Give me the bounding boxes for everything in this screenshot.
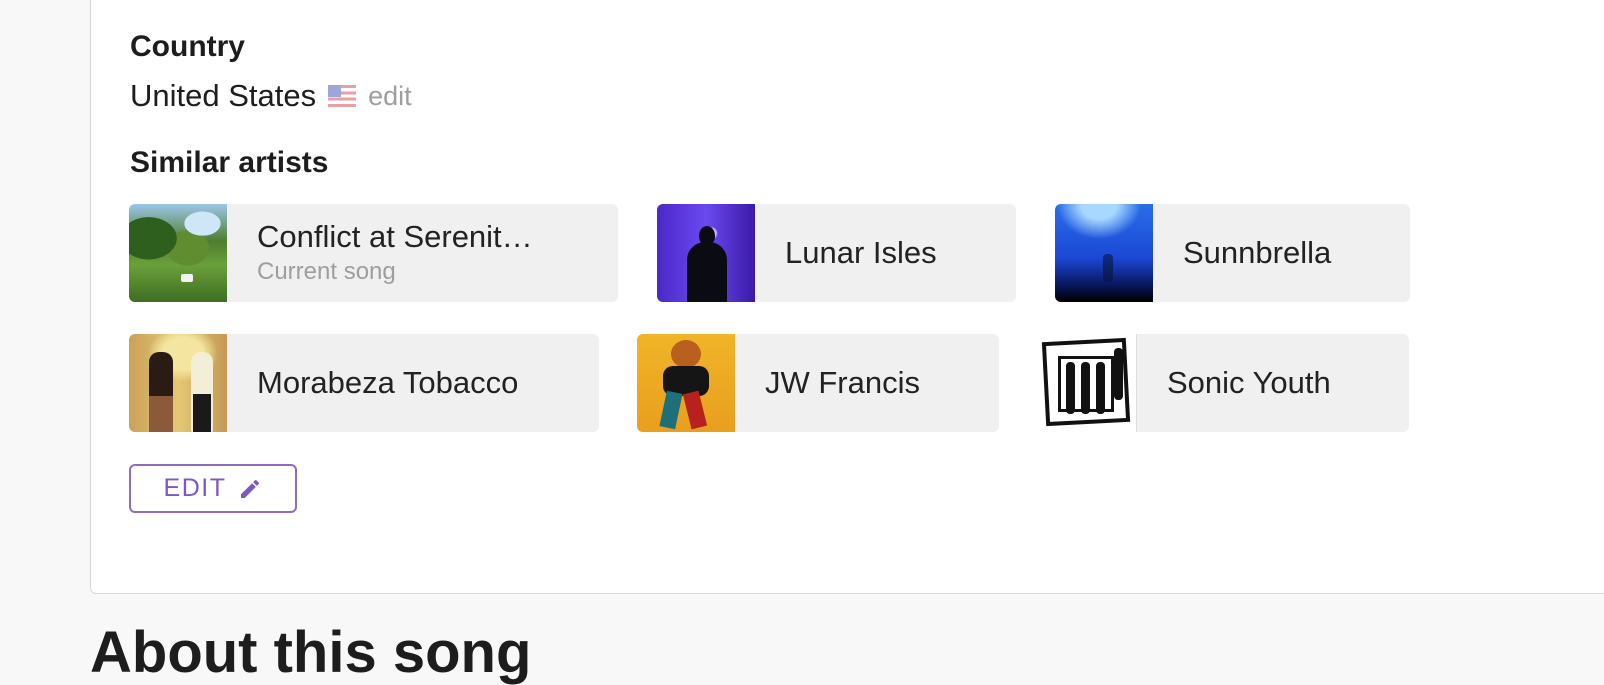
- similar-artist-card[interactable]: Lunar Isles: [657, 204, 1016, 302]
- similar-artist-card[interactable]: Conflict at Serenit… Current song: [129, 204, 618, 302]
- artist-thumbnail: [1038, 334, 1137, 432]
- pencil-icon: [238, 477, 262, 501]
- artist-name: Sunnbrella: [1183, 235, 1332, 271]
- similar-artist-card[interactable]: Sunnbrella: [1055, 204, 1410, 302]
- edit-button-label: EDIT: [163, 474, 227, 502]
- edit-button[interactable]: EDIT: [129, 464, 297, 513]
- country-edit-link[interactable]: edit: [368, 81, 412, 112]
- artist-name: Sonic Youth: [1167, 365, 1331, 401]
- artist-name: Lunar Isles: [785, 235, 937, 271]
- artist-thumbnail: [637, 334, 735, 432]
- artist-thumbnail: [1055, 204, 1153, 302]
- artist-thumbnail: [129, 334, 227, 432]
- us-flag-icon: [328, 85, 357, 107]
- artist-thumbnail: [129, 204, 227, 302]
- country-name: United States: [130, 77, 317, 113]
- similar-artist-card[interactable]: Morabeza Tobacco: [129, 334, 599, 432]
- similar-artists-heading: Similar artists: [130, 146, 329, 179]
- country-row: United States edit: [130, 78, 412, 112]
- artist-name: JW Francis: [765, 365, 920, 401]
- artist-subtitle: Current song: [257, 257, 396, 285]
- artist-name: Morabeza Tobacco: [257, 365, 519, 401]
- about-song-heading: About this song: [90, 620, 532, 685]
- country-heading: Country: [130, 30, 245, 63]
- similar-artist-card[interactable]: Sonic Youth: [1038, 334, 1409, 432]
- artist-thumbnail: [657, 204, 755, 302]
- artist-name: Conflict at Serenit…: [257, 219, 533, 255]
- similar-artist-card[interactable]: JW Francis: [637, 334, 999, 432]
